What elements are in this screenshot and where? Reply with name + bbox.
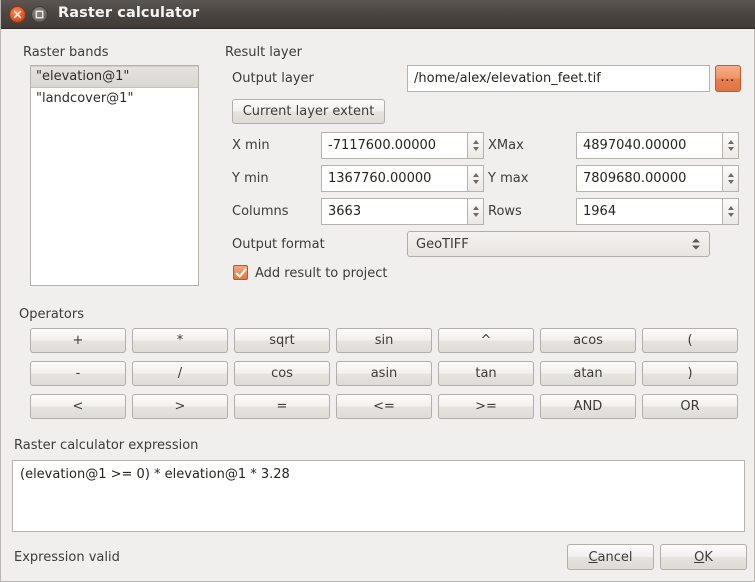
output-format-label: Output format: [232, 237, 325, 252]
ymin-label: Y min: [232, 171, 269, 186]
xmax-value[interactable]: 4897040.00000: [576, 132, 722, 159]
chevron-up-icon[interactable]: [472, 140, 479, 144]
cancel-label-rest: ancel: [597, 549, 633, 565]
ymax-label: Y max: [488, 171, 529, 186]
maximize-icon[interactable]: [31, 6, 48, 23]
operator-button[interactable]: OR: [642, 394, 738, 419]
cancel-mnemonic: C: [588, 549, 598, 565]
spinner-arrows-icon: [692, 238, 700, 250]
rows-stepper[interactable]: [722, 198, 739, 225]
add-result-label: Add result to project: [255, 266, 388, 281]
operator-button[interactable]: sqrt: [234, 328, 330, 353]
columns-stepper[interactable]: [467, 198, 484, 225]
ymax-stepper[interactable]: [722, 165, 739, 192]
close-icon[interactable]: [9, 6, 26, 23]
xmin-value[interactable]: -7117600.00000: [321, 132, 467, 159]
chevron-up-icon[interactable]: [727, 206, 734, 210]
operators-label: Operators: [19, 307, 84, 322]
raster-bands-list[interactable]: "elevation@1" "landcover@1": [30, 65, 199, 286]
ymin-value[interactable]: 1367760.00000: [321, 165, 467, 192]
chevron-down-icon[interactable]: [472, 147, 479, 151]
ok-mnemonic: O: [694, 549, 705, 565]
xmin-stepper[interactable]: [467, 132, 484, 159]
output-format-select[interactable]: GeoTIFF: [407, 231, 710, 257]
xmax-label: XMax: [488, 138, 524, 153]
raster-calculator-dialog: Raster calculator Raster bands "elevatio…: [0, 0, 755, 582]
output-format-value: GeoTIFF: [416, 236, 469, 252]
rows-value[interactable]: 1964: [576, 198, 722, 225]
add-result-checkbox[interactable]: [233, 265, 248, 280]
xmin-spinbox[interactable]: -7117600.00000: [321, 132, 484, 159]
operator-button[interactable]: -: [30, 361, 126, 386]
operator-button[interactable]: *: [132, 328, 228, 353]
chevron-up-icon[interactable]: [472, 206, 479, 210]
operator-button[interactable]: asin: [336, 361, 432, 386]
operator-button[interactable]: <: [30, 394, 126, 419]
expression-label: Raster calculator expression: [14, 438, 199, 453]
operator-button[interactable]: +: [30, 328, 126, 353]
operator-button[interactable]: sin: [336, 328, 432, 353]
current-layer-extent-button[interactable]: Current layer extent: [232, 99, 385, 124]
title-bar: Raster calculator: [1, 0, 755, 29]
status-text: Expression valid: [14, 550, 120, 565]
operator-button[interactable]: >: [132, 394, 228, 419]
columns-label: Columns: [232, 204, 289, 219]
raster-bands-label: Raster bands: [23, 45, 109, 60]
cancel-button[interactable]: Cancel: [567, 544, 654, 570]
list-item[interactable]: "elevation@1": [31, 66, 198, 88]
operator-button[interactable]: (: [642, 328, 738, 353]
chevron-down-icon[interactable]: [727, 180, 734, 184]
xmax-spinbox[interactable]: 4897040.00000: [576, 132, 739, 159]
output-layer-label: Output layer: [232, 71, 314, 86]
operator-button[interactable]: <=: [336, 394, 432, 419]
result-layer-label: Result layer: [225, 45, 302, 60]
xmin-label: X min: [232, 138, 270, 153]
columns-value[interactable]: 3663: [321, 198, 467, 225]
chevron-down-icon[interactable]: [727, 147, 734, 151]
ymin-stepper[interactable]: [467, 165, 484, 192]
chevron-down-icon[interactable]: [727, 213, 734, 217]
ymax-spinbox[interactable]: 7809680.00000: [576, 165, 739, 192]
chevron-up-icon[interactable]: [727, 173, 734, 177]
window-title: Raster calculator: [58, 5, 200, 21]
ok-label-rest: K: [704, 549, 713, 565]
rows-label: Rows: [488, 204, 522, 219]
ymax-value[interactable]: 7809680.00000: [576, 165, 722, 192]
ymin-spinbox[interactable]: 1367760.00000: [321, 165, 484, 192]
chevron-down-icon[interactable]: [472, 180, 479, 184]
operator-button[interactable]: ^: [438, 328, 534, 353]
operator-button[interactable]: atan: [540, 361, 636, 386]
rows-spinbox[interactable]: 1964: [576, 198, 739, 225]
operator-button[interactable]: >=: [438, 394, 534, 419]
operator-button[interactable]: acos: [540, 328, 636, 353]
operator-button[interactable]: /: [132, 361, 228, 386]
output-layer-input[interactable]: /home/alex/elevation_feet.tif: [407, 65, 710, 92]
operator-button[interactable]: =: [234, 394, 330, 419]
operator-button[interactable]: AND: [540, 394, 636, 419]
xmax-stepper[interactable]: [722, 132, 739, 159]
ellipsis-icon: ...: [720, 73, 736, 84]
columns-spinbox[interactable]: 3663: [321, 198, 484, 225]
list-item[interactable]: "landcover@1": [31, 88, 198, 109]
operator-button[interactable]: ): [642, 361, 738, 386]
ok-button[interactable]: OK: [660, 544, 747, 570]
chevron-down-icon[interactable]: [472, 213, 479, 217]
browse-button[interactable]: ...: [715, 65, 741, 92]
expression-textarea[interactable]: (elevation@1 >= 0) * elevation@1 * 3.28: [12, 460, 745, 532]
chevron-up-icon[interactable]: [472, 173, 479, 177]
operator-button[interactable]: cos: [234, 361, 330, 386]
operator-button[interactable]: tan: [438, 361, 534, 386]
chevron-up-icon[interactable]: [727, 140, 734, 144]
